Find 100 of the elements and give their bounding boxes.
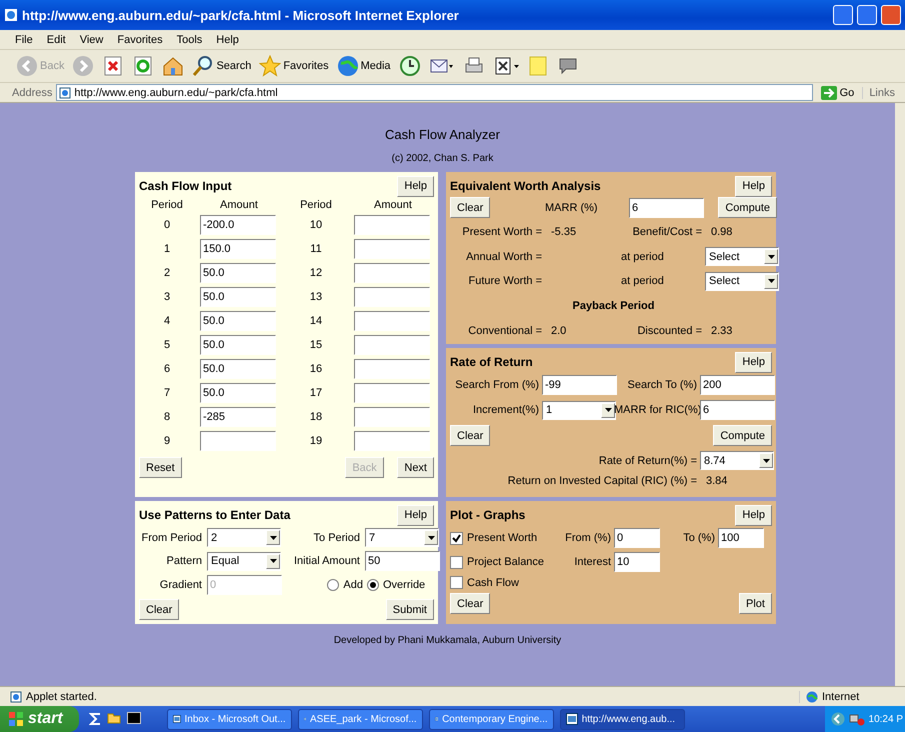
from-period-dropdown[interactable]: 2 <box>207 528 281 547</box>
field-label: Gradient <box>158 579 203 591</box>
help-button[interactable]: Help <box>397 176 434 196</box>
amount-field[interactable]: 50.0 <box>200 335 276 355</box>
taskbar-button[interactable]: Contemporary Engine... <box>428 708 554 730</box>
menu-item[interactable]: Favorites <box>112 32 168 46</box>
amount-field[interactable]: 50.0 <box>200 263 276 283</box>
period-number: 3 <box>162 291 172 303</box>
field-label: To (%) <box>682 532 716 544</box>
amount-field[interactable] <box>354 407 430 427</box>
caret-icon <box>270 559 276 563</box>
amount-field[interactable]: 50.0 <box>200 311 276 331</box>
to-period-dropdown[interactable]: 7 <box>365 528 439 547</box>
clear-button[interactable]: Clear <box>139 599 180 620</box>
initial-amount-field[interactable]: 50 <box>365 551 440 571</box>
checkbox[interactable] <box>450 576 463 589</box>
amount-field[interactable]: 50.0 <box>200 359 276 379</box>
address-field[interactable]: http://www.eng.auburn.edu/~park/cfa.html <box>56 84 813 101</box>
amount-field[interactable]: 50.0 <box>200 287 276 307</box>
help-button[interactable]: Help <box>735 176 772 196</box>
close-button[interactable] <box>881 5 901 25</box>
clear-button[interactable]: Clear <box>450 425 490 446</box>
checkbox-label: Present Worth <box>467 532 538 544</box>
period-number: 7 <box>162 387 172 399</box>
copyright-text: (c) 2002, Chan S. Park <box>392 153 494 164</box>
period-number: 18 <box>308 411 324 423</box>
nav-button[interactable]: Reset <box>139 457 182 478</box>
search-from-field[interactable]: -99 <box>542 375 617 395</box>
checkbox[interactable] <box>450 532 463 544</box>
clear-button[interactable]: Clear <box>450 593 490 614</box>
caret-icon <box>270 536 276 540</box>
taskbar-button[interactable]: http://www.eng.aub... <box>560 708 685 730</box>
pattern-dropdown[interactable]: Equal <box>207 552 281 570</box>
help-button[interactable]: Help <box>735 504 772 526</box>
checkbox[interactable] <box>450 556 463 568</box>
panel-title: Rate of Return <box>450 355 533 369</box>
increment-dropdown[interactable]: 1 <box>542 400 616 420</box>
window-title: http://www.eng.auburn.edu/~park/cfa.html - Microsoft Internet Explorer <box>22 8 460 22</box>
go-button[interactable]: Go <box>816 86 858 100</box>
help-button[interactable]: Help <box>735 352 772 372</box>
marr-ric-field[interactable]: 6 <box>700 400 775 420</box>
amount-field[interactable] <box>354 335 430 355</box>
plot-button[interactable]: Plot <box>739 593 772 614</box>
column-header: Amount <box>219 199 259 211</box>
field-label: Rate of Return(%) = <box>598 454 698 466</box>
radio-button[interactable] <box>367 579 379 591</box>
amount-field[interactable] <box>354 311 430 331</box>
amount-field[interactable]: -285 <box>200 407 276 427</box>
menu-item[interactable]: View <box>74 32 108 46</box>
interest-field[interactable]: 10 <box>614 552 660 572</box>
sigma-icon <box>88 712 101 726</box>
field-label: Interest <box>573 556 612 568</box>
period-number: 13 <box>308 291 324 303</box>
rate-dropdown[interactable]: 8.74 <box>700 451 774 470</box>
radio-button[interactable] <box>327 579 340 591</box>
menu-item[interactable]: Tools <box>172 32 208 46</box>
toolbar-button[interactable]: Search <box>190 53 254 79</box>
checkmark-icon <box>452 534 461 542</box>
links-button[interactable]: Links <box>862 86 901 98</box>
amount-field[interactable] <box>354 239 430 259</box>
amount-field[interactable]: -200.0 <box>200 215 276 235</box>
taskbar-button[interactable]: Inbox - Microsoft Out... <box>166 708 292 730</box>
help-button[interactable]: Help <box>397 504 434 526</box>
toolbar-button[interactable]: Media <box>334 53 393 79</box>
field-label: Search To (%) <box>626 379 698 391</box>
from-field[interactable]: 0 <box>614 528 660 548</box>
amount-field[interactable] <box>354 215 430 235</box>
menu-item[interactable]: Edit <box>42 32 71 46</box>
menu-item[interactable]: Help <box>211 32 244 46</box>
amount-field[interactable]: 50.0 <box>200 383 276 403</box>
start-button[interactable]: start <box>0 706 79 732</box>
compute-button[interactable]: Compute <box>718 197 777 218</box>
maximize-button[interactable] <box>857 5 877 25</box>
period-dropdown[interactable]: Select <box>705 272 779 291</box>
toolbar-button[interactable]: Favorites <box>257 53 331 79</box>
amount-field[interactable] <box>354 431 430 451</box>
field-label: From (%) <box>564 532 612 544</box>
amount-field[interactable] <box>200 431 276 451</box>
submit-button[interactable]: Submit <box>386 599 434 620</box>
menu-item[interactable]: File <box>10 32 38 46</box>
amount-field[interactable] <box>354 359 430 379</box>
search-to-field[interactable]: 200 <box>700 375 775 395</box>
clear-button[interactable]: Clear <box>450 197 490 218</box>
marr-field[interactable]: 6 <box>629 198 704 218</box>
amount-field[interactable] <box>354 263 430 283</box>
period-number: 5 <box>162 339 172 351</box>
folder-icon <box>106 712 121 724</box>
amount-field[interactable] <box>354 287 430 307</box>
compute-button[interactable]: Compute <box>713 425 772 446</box>
amount-field[interactable]: 150.0 <box>200 239 276 259</box>
taskbar-button[interactable]: ASEE_park - Microsof... <box>298 708 423 730</box>
period-dropdown[interactable]: Select <box>705 247 779 266</box>
amount-field[interactable] <box>354 383 430 403</box>
clock-icon <box>398 55 421 77</box>
field-label: Initial Amount <box>292 555 361 567</box>
field-label: Discounted = <box>636 324 703 337</box>
field-label: at period <box>620 275 665 288</box>
minimize-button[interactable] <box>833 5 853 25</box>
to-field[interactable]: 100 <box>718 528 764 548</box>
nav-button[interactable]: Next <box>397 457 434 478</box>
